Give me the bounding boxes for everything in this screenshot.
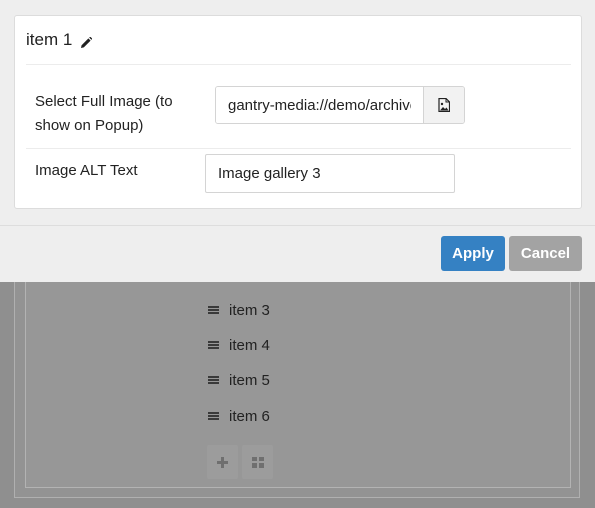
list-item-label: item 4 <box>229 336 270 354</box>
full-image-field <box>215 86 465 124</box>
drag-handle-icon <box>208 411 219 421</box>
drag-handle-icon <box>208 305 219 315</box>
list-item-label: item 3 <box>229 301 270 319</box>
edit-item-modal: item 1 Select Full Image (to show on Pop… <box>0 0 595 282</box>
list-item-label: item 6 <box>229 407 270 425</box>
divider <box>26 64 571 65</box>
list-item: item 6 <box>208 405 270 427</box>
full-image-input[interactable] <box>216 87 423 123</box>
cancel-button[interactable]: Cancel <box>509 236 582 271</box>
drag-handle-icon <box>208 375 219 385</box>
pencil-icon[interactable] <box>80 34 93 48</box>
list-item-label: item 5 <box>229 371 270 389</box>
item-settings-card: item 1 Select Full Image (to show on Pop… <box>14 15 582 209</box>
list-item: item 4 <box>208 334 270 356</box>
drag-handle-icon <box>208 340 219 350</box>
alt-text-input[interactable] <box>205 154 455 193</box>
image-file-icon <box>438 98 450 112</box>
grid-view-button <box>242 445 273 479</box>
list-item: item 3 <box>208 299 270 321</box>
modal-title: item 1 <box>26 30 93 50</box>
image-picker-button[interactable] <box>423 87 464 123</box>
alt-text-label: Image ALT Text <box>35 162 138 179</box>
modal-footer-divider <box>0 225 595 226</box>
list-item: item 5 <box>208 369 270 391</box>
plus-icon <box>217 456 228 468</box>
divider <box>26 148 571 149</box>
grid-icon <box>251 456 264 468</box>
modal-title-text: item 1 <box>26 30 73 49</box>
full-image-label: Select Full Image (to show on Popup) <box>35 93 173 134</box>
background-list-container <box>25 282 571 488</box>
add-item-button <box>207 445 238 479</box>
apply-button[interactable]: Apply <box>441 236 505 271</box>
